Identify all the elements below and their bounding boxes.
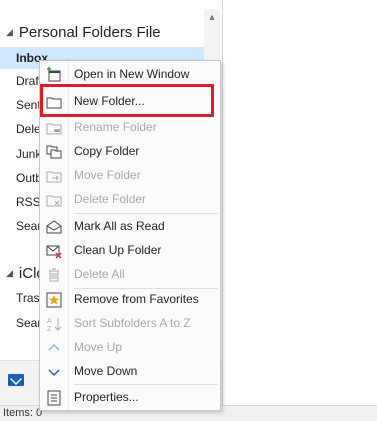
mail-icon[interactable] [8, 374, 24, 386]
menu-item-label: Move Down [74, 364, 138, 378]
scroll-up-arrow-icon[interactable]: ▲ [204, 9, 220, 25]
menu-item-label: Copy Folder [74, 144, 140, 158]
menu-item-label: Sort Subfolders A to Z [74, 316, 191, 330]
menu-item-label: Delete Folder [74, 192, 147, 206]
items-count: Items: 0 [3, 407, 43, 419]
folder-item[interactable]: Sear [16, 219, 41, 233]
folder-item[interactable]: RSS [16, 195, 41, 209]
menu-separator [74, 213, 218, 214]
menu-item-label: Open in New Window [74, 67, 190, 81]
menu-item-label: Clean Up Folder [74, 243, 162, 257]
menu-item-label: Move Folder [74, 168, 141, 182]
clean-up-folder-icon [46, 243, 62, 259]
menu-item-label: Remove from Favorites [74, 292, 199, 306]
folder-item[interactable]: Tras [16, 291, 40, 305]
svg-text:Z: Z [47, 326, 52, 332]
delete-all-icon [46, 267, 62, 283]
folder-item[interactable]: Dele [16, 122, 41, 136]
menu-delete-all[interactable]: Delete All [40, 263, 220, 287]
menu-sort-subfolders[interactable]: AZ Sort Subfolders A to Z [40, 312, 220, 336]
menu-mark-all-as-read[interactable]: Mark All as Read [40, 215, 220, 239]
favorites-star-icon [46, 292, 62, 308]
menu-rename-folder[interactable]: Rename Folder [40, 116, 220, 140]
folder-item[interactable]: Sear [16, 316, 41, 330]
menu-item-label: Delete All [74, 267, 125, 281]
folder-item[interactable]: Draf [16, 74, 39, 88]
menu-remove-from-favorites[interactable]: Remove from Favorites [40, 288, 220, 312]
rename-folder-icon [46, 120, 62, 136]
menu-move-folder[interactable]: Move Folder [40, 164, 220, 188]
sort-az-icon: AZ [46, 316, 62, 332]
pane-divider [222, 0, 223, 405]
menu-clean-up-folder[interactable]: Clean Up Folder [40, 239, 220, 263]
menu-separator [74, 384, 218, 385]
menu-item-label: Mark All as Read [74, 219, 165, 233]
chevron-down-icon [46, 364, 62, 380]
svg-text:A: A [47, 318, 52, 325]
menu-properties[interactable]: Properties... [40, 386, 220, 410]
menu-item-label: Properties... [74, 390, 139, 404]
menu-item-label: Rename Folder [74, 120, 157, 134]
menu-delete-folder[interactable]: Delete Folder [40, 188, 220, 212]
expand-triangle-icon[interactable]: ◢ [6, 268, 13, 279]
menu-move-up[interactable]: Move Up [40, 336, 220, 360]
copy-folder-icon [46, 144, 62, 160]
properties-icon [46, 390, 62, 406]
menu-item-label: Move Up [74, 340, 123, 354]
open-new-window-icon [46, 67, 62, 83]
group-personal-folders[interactable]: ◢ Personal Folders File [6, 24, 161, 41]
menu-copy-folder[interactable]: Copy Folder [40, 140, 220, 164]
expand-triangle-icon[interactable]: ◢ [6, 27, 13, 38]
mark-read-icon [46, 219, 62, 235]
highlight-annotation-box [40, 84, 214, 117]
menu-move-down[interactable]: Move Down [40, 360, 220, 384]
group-name: Personal Folders File [18, 24, 161, 41]
delete-folder-icon [46, 192, 62, 208]
folder-item[interactable]: Sent [16, 98, 41, 112]
move-folder-icon [46, 168, 62, 184]
chevron-up-icon [46, 340, 62, 356]
folder-item[interactable]: Junk [16, 147, 41, 161]
